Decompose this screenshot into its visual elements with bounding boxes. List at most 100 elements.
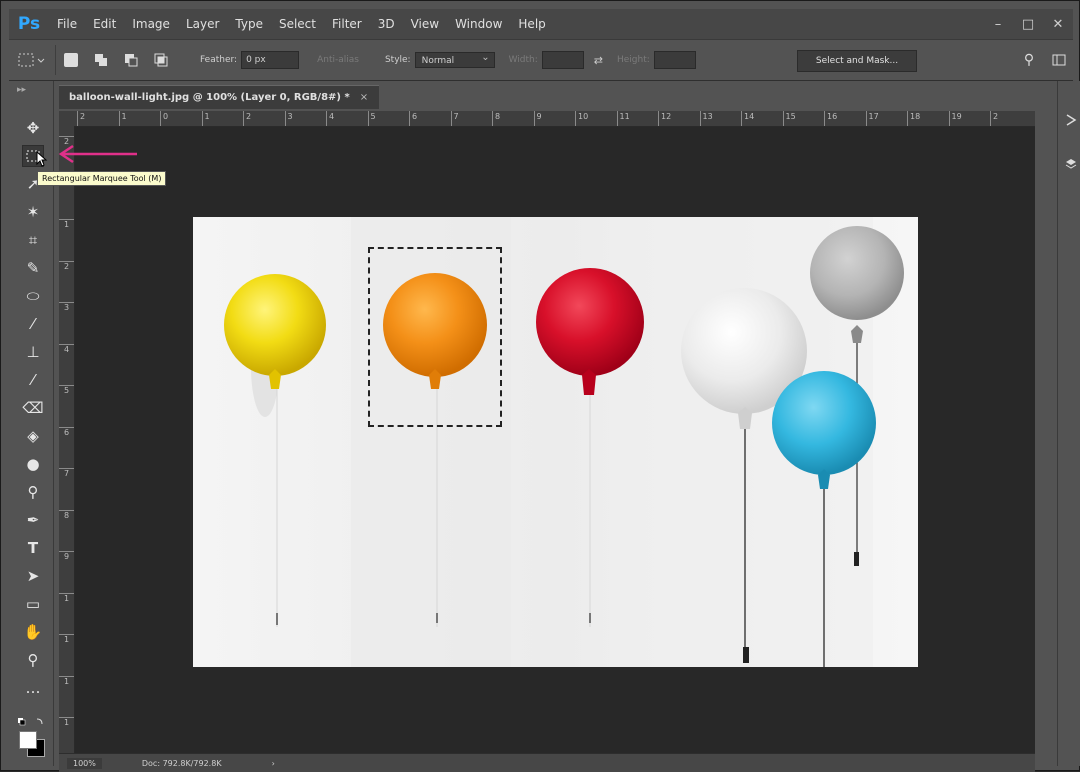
eraser-tool-icon[interactable]: ⌫ [22,397,44,419]
document-tab-title: balloon-wall-light.jpg @ 100% (Layer 0, … [69,92,350,103]
ruler-tick-label: 1 [59,675,74,687]
search-icon[interactable]: ⚲ [1019,50,1039,70]
close-window-button[interactable]: ✕ [1043,9,1073,39]
ruler-tick-label: 7 [59,468,74,479]
window-controls: – □ ✕ [983,9,1073,39]
workspace-icon[interactable] [1049,50,1069,70]
zoom-tool-icon[interactable]: ⚲ [22,649,44,671]
paint-bucket-tool-icon[interactable]: ◈ [22,425,44,447]
clone-stamp-tool-icon[interactable]: ⊥ [22,341,44,363]
brush-tool-icon[interactable]: ⁄ [22,313,44,335]
layers-panel-icon[interactable] [1062,155,1080,173]
path-selection-tool-icon[interactable]: ➤ [22,565,44,587]
move-tool-icon[interactable]: ✥ [22,117,44,139]
type-tool-icon[interactable]: T [22,537,44,559]
photoshop-window: Ps File Edit Image Layer Type Select Fil… [0,0,1080,772]
color-swatches[interactable] [17,729,45,757]
eyedropper-tool-icon[interactable]: ✎ [22,257,44,279]
menu-edit[interactable]: Edit [85,9,124,39]
ruler-tick-label: 1 [59,717,74,728]
ruler-tick-label: 1 [59,592,74,604]
menu-3d[interactable]: 3D [370,9,403,39]
properties-panel-icon[interactable] [1062,111,1080,129]
ruler-tick-label: 5 [367,111,376,126]
pen-tool-icon[interactable]: ✒ [22,509,44,531]
marquee-preset-icon [18,53,45,67]
panel-grip-icon[interactable]: ▸▸ [17,85,26,95]
ruler-tick-label: 18 [907,111,920,126]
marquee-selection[interactable] [368,247,502,427]
ruler-tick-label: 3 [59,302,74,313]
ruler-tick-label: 15 [782,111,796,126]
intersect-selection-icon[interactable] [154,53,168,67]
select-and-mask-button[interactable]: Select and Mask... [797,50,917,72]
subtract-from-selection-icon[interactable] [124,53,138,67]
mouse-cursor-icon [36,151,48,167]
menu-select[interactable]: Select [271,9,324,39]
tool-tooltip: Rectangular Marquee Tool (M) [37,171,167,186]
status-bar: 100% Doc: 792.8K/792.8K › [59,753,1035,772]
feather-label: Feather: [200,55,238,65]
hand-tool-icon[interactable]: ✋ [22,621,44,643]
menu-layer[interactable]: Layer [178,9,227,39]
ruler-tick-label: 2 [990,111,998,126]
ruler-tick-label: 2 [59,260,74,272]
menu-image[interactable]: Image [124,9,178,39]
width-label: Width: [508,55,538,65]
maximize-button[interactable]: □ [1013,9,1043,39]
ruler-tick-label: 4 [326,111,334,126]
ruler-tick-label: 2 [243,111,251,126]
menu-bar: Ps File Edit Image Layer Type Select Fil… [9,9,1073,40]
pointer-arrow-annotation [58,144,137,164]
width-input[interactable] [541,51,584,69]
ruler-tick-label: 1 [118,111,127,126]
blur-tool-icon[interactable]: ● [22,453,44,475]
add-to-selection-icon[interactable] [94,53,108,67]
ruler-tick-label: 9 [533,111,542,126]
ruler-tick-label: 11 [616,111,630,126]
height-label: Height: [617,55,650,65]
ruler-tick-label: 17 [865,111,879,126]
edit-toolbar-icon[interactable]: … [22,677,44,699]
ruler-tick-label: 7 [450,111,459,126]
minimize-button[interactable]: – [983,9,1013,39]
dodge-tool-icon[interactable]: ⚲ [22,481,44,503]
document-size-info[interactable]: Doc: 792.8K/792.8K [142,759,222,768]
menu-help[interactable]: Help [510,9,553,39]
tool-preset-picker[interactable] [9,45,56,75]
horizontal-ruler[interactable]: 2 1 0 1 2 3 4 5 6 7 8 9 10 11 12 13 14 15 16 17 18 19 2 [59,111,1035,127]
document-tab[interactable]: balloon-wall-light.jpg @ 100% (Layer 0, … [59,85,379,109]
vertical-ruler[interactable]: 2012345678911111 [59,126,75,753]
ruler-tick-label: 8 [59,509,74,521]
close-tab-icon[interactable]: × [360,92,368,103]
menu-type[interactable]: Type [227,9,271,39]
ruler-tick-label: 10 [575,111,588,126]
menu-filter[interactable]: Filter [324,9,370,39]
history-brush-tool-icon[interactable]: ⁄ [22,369,44,391]
ruler-tick-label: 19 [948,111,962,126]
new-selection-icon[interactable] [64,53,78,67]
menu-view[interactable]: View [403,9,447,39]
swap-dimensions-icon[interactable]: ⇄ [594,54,603,67]
healing-brush-tool-icon[interactable]: ⬭ [22,285,44,307]
antialias-checkbox[interactable]: Anti-alias [317,55,359,65]
document-image[interactable] [193,217,918,667]
swap-colors-icon[interactable] [17,713,47,726]
feather-input[interactable]: 0 px [241,51,300,69]
ruler-tick-label: 2 [77,111,85,126]
foreground-color-swatch[interactable] [19,731,37,749]
style-dropdown[interactable]: Normal [414,50,495,68]
right-panel-dock [1057,81,1080,766]
status-expand-icon[interactable]: › [272,759,275,768]
ruler-tick-label: 1 [59,219,74,230]
menu-window[interactable]: Window [447,9,510,39]
rectangle-tool-icon[interactable]: ▭ [22,593,44,615]
ruler-tick-label: 6 [409,111,417,126]
zoom-level[interactable]: 100% [67,757,102,769]
ruler-tick-label: 3 [284,111,293,126]
height-input[interactable] [653,51,696,69]
crop-tool-icon[interactable]: ⌗ [22,229,44,251]
menu-file[interactable]: File [49,9,85,39]
magic-wand-tool-icon[interactable]: ✶ [22,201,44,223]
ruler-tick-label: 0 [160,111,168,126]
